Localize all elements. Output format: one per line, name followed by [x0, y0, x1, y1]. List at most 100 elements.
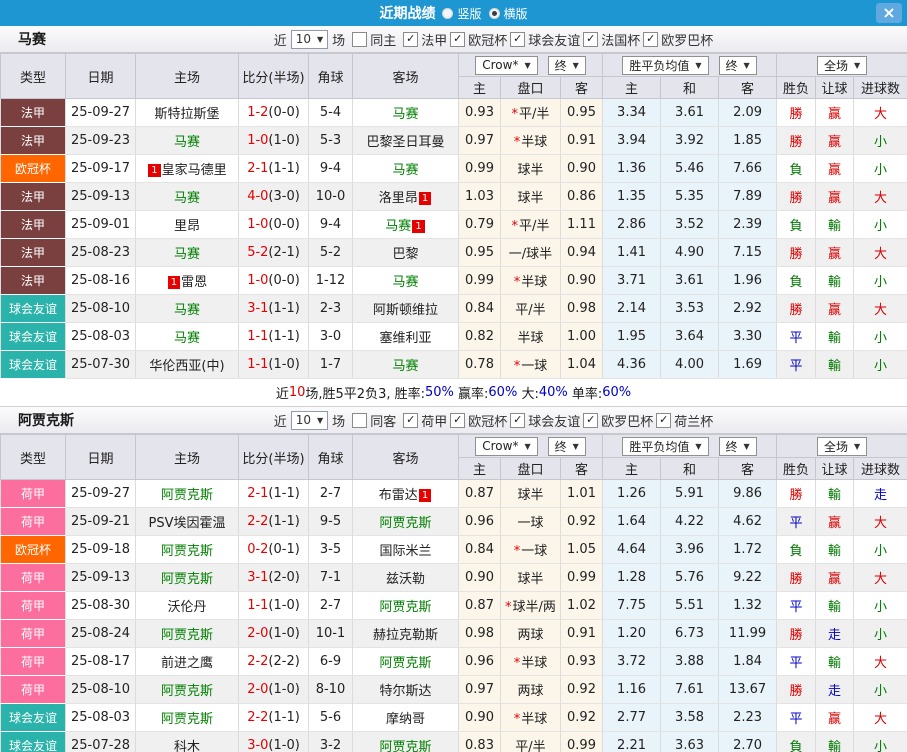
corner-cell: 9-4 — [309, 211, 353, 239]
radio-icon-vertical[interactable] — [442, 8, 453, 19]
games-count-select[interactable]: 10▼ — [291, 411, 328, 430]
league-filter[interactable]: ✓欧罗巴杯 — [643, 30, 713, 49]
away-odds-cell: 1.04 — [561, 351, 603, 379]
score-cell: 2-1(1-1) — [239, 480, 309, 508]
fullmatch-select[interactable]: 全场▼ — [817, 437, 867, 456]
team-label: 阿贾克斯 — [161, 712, 213, 727]
league-checkbox[interactable]: ✓ — [643, 32, 658, 47]
away-odds-cell: 0.95 — [561, 99, 603, 127]
league-checkbox[interactable]: ✓ — [583, 413, 598, 428]
away-team-cell: 塞维利亚 — [353, 323, 459, 351]
away-team-cell: 马赛 — [353, 99, 459, 127]
goals-result-cell: 小 — [854, 267, 907, 295]
league-filter[interactable]: ✓欧罗巴杯 — [583, 411, 653, 430]
same-venue-checkbox[interactable] — [352, 413, 367, 428]
league-checkbox[interactable]: ✓ — [510, 32, 525, 47]
odds-header-group: Crow*▼ 终▼ — [459, 54, 603, 77]
league-checkbox[interactable]: ✓ — [403, 413, 418, 428]
crow-odds-select[interactable]: Crow*▼ — [475, 56, 537, 75]
near-label: 近 — [274, 30, 287, 49]
result-cell: 平 — [777, 323, 816, 351]
match-row: 球会友谊25-08-03马赛1-1(1-1)3-0塞维利亚0.82半球1.001… — [1, 323, 907, 351]
league-cell: 荷甲 — [1, 676, 66, 704]
avg-draw-cell: 6.73 — [661, 620, 719, 648]
corner-cell: 2-7 — [309, 592, 353, 620]
avg-select[interactable]: 胜平负均值▼ — [622, 56, 708, 75]
star-icon: * — [512, 107, 519, 122]
league-label: 球会友谊 — [528, 411, 580, 430]
crow-odds-select[interactable]: Crow*▼ — [475, 437, 537, 456]
col-corner: 角球 — [309, 435, 353, 480]
same-venue-filter[interactable]: 同主 — [352, 30, 396, 49]
close-button[interactable]: × — [876, 3, 902, 23]
avg-draw-cell: 4.90 — [661, 239, 719, 267]
radio-icon-horizontal[interactable] — [489, 8, 500, 19]
games-count-select[interactable]: 10▼ — [291, 30, 328, 49]
league-checkbox[interactable]: ✓ — [656, 413, 671, 428]
goals-result-cell: 大 — [854, 704, 907, 732]
odds-final-select[interactable]: 终▼ — [548, 437, 586, 456]
league-filter[interactable]: ✓荷兰杯 — [656, 411, 713, 430]
avg-away-cell: 9.22 — [719, 564, 777, 592]
date-cell: 25-07-30 — [66, 351, 136, 379]
league-cell: 法甲 — [1, 267, 66, 295]
league-filter[interactable]: ✓球会友谊 — [510, 411, 580, 430]
home-odds-cell: 0.96 — [459, 508, 501, 536]
avg-final-select[interactable]: 终▼ — [719, 56, 757, 75]
avg-away-cell: 3.30 — [719, 323, 777, 351]
league-filter[interactable]: ✓欧冠杯 — [450, 411, 507, 430]
corner-cell: 3-0 — [309, 323, 353, 351]
home-team-cell: PSV埃因霍温 — [136, 508, 239, 536]
league-filter-list: ✓法甲✓欧冠杯✓球会友谊✓法国杯✓欧罗巴杯 — [400, 30, 713, 49]
away-odds-cell: 0.90 — [561, 155, 603, 183]
away-odds-cell: 1.05 — [561, 536, 603, 564]
same-venue-checkbox[interactable] — [352, 32, 367, 47]
avg-home-cell: 1.36 — [603, 155, 661, 183]
fullmatch-select[interactable]: 全场▼ — [817, 56, 867, 75]
team-label: 马赛 — [392, 275, 418, 290]
col-home: 主场 — [136, 54, 239, 99]
layout-radio-horizontal[interactable]: 横版 — [489, 5, 528, 22]
handicap-cell: 平/半 — [501, 732, 561, 752]
home-team-cell: 马赛 — [136, 183, 239, 211]
summary-segment: 近 — [276, 383, 289, 402]
avg-draw-cell: 4.22 — [661, 508, 719, 536]
avg-away-cell: 1.96 — [719, 267, 777, 295]
avg-away-cell: 1.85 — [719, 127, 777, 155]
handicap-result-cell: 輸 — [816, 592, 854, 620]
goals-result-cell: 小 — [854, 127, 907, 155]
league-filter[interactable]: ✓球会友谊 — [510, 30, 580, 49]
team-label: 雷恩 — [181, 275, 207, 290]
avg-select[interactable]: 胜平负均值▼ — [622, 437, 708, 456]
match-row: 法甲25-09-27斯特拉斯堡1-2(0-0)5-4马赛0.93*平/半0.95… — [1, 99, 907, 127]
filters-marseille: 近 10▼ 场 同主 ✓法甲✓欧冠杯✓球会友谊✓法国杯✓欧罗巴杯 — [120, 30, 867, 49]
league-checkbox[interactable]: ✓ — [403, 32, 418, 47]
home-team-cell: 华伦西亚(中) — [136, 351, 239, 379]
goals-result-cell: 大 — [854, 183, 907, 211]
league-filter[interactable]: ✓荷甲 — [403, 411, 447, 430]
league-checkbox[interactable]: ✓ — [583, 32, 598, 47]
same-venue-filter[interactable]: 同客 — [352, 411, 396, 430]
team-label: 阿贾克斯 — [161, 684, 213, 699]
league-checkbox[interactable]: ✓ — [510, 413, 525, 428]
avg-final-select[interactable]: 终▼ — [719, 437, 757, 456]
layout-radio-vertical[interactable]: 竖版 — [442, 5, 481, 22]
odds-final-select[interactable]: 终▼ — [548, 56, 586, 75]
handicap-result-cell: 走 — [816, 676, 854, 704]
league-filter[interactable]: ✓欧冠杯 — [450, 30, 507, 49]
league-filter[interactable]: ✓法甲 — [403, 30, 447, 49]
avg-draw-cell: 5.51 — [661, 592, 719, 620]
fullmatch-header-group: 全场▼ — [777, 435, 907, 458]
league-checkbox[interactable]: ✓ — [450, 32, 465, 47]
away-odds-cell: 0.99 — [561, 564, 603, 592]
corner-cell: 5-4 — [309, 99, 353, 127]
red-card-badge: 1 — [168, 276, 180, 289]
league-filter[interactable]: ✓法国杯 — [583, 30, 640, 49]
league-label: 法国杯 — [601, 30, 640, 49]
handicap-cell: *半球 — [501, 267, 561, 295]
same-venue-label: 同主 — [370, 30, 396, 49]
league-checkbox[interactable]: ✓ — [450, 413, 465, 428]
handicap-cell: 球半 — [501, 183, 561, 211]
away-team-cell: 国际米兰 — [353, 536, 459, 564]
score-cell: 3-0(1-0) — [239, 732, 309, 752]
